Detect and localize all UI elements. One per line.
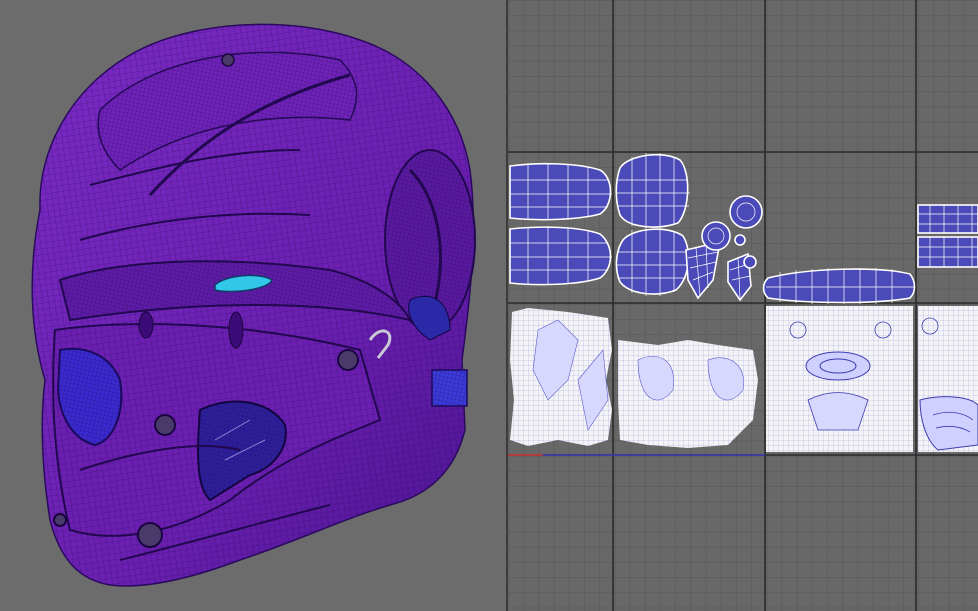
- uv-tile-dense-1004: [918, 306, 978, 452]
- uv-tile-dense-1002: [618, 340, 758, 448]
- bolt: [154, 414, 176, 436]
- bolt: [53, 513, 67, 527]
- uv-tile-1005: [917, 204, 978, 268]
- helmet-mesh[interactable]: [0, 0, 506, 611]
- uv-tile-1003: [615, 153, 763, 302]
- bolt: [221, 53, 235, 67]
- uv-tile-1004: [762, 268, 916, 304]
- uv-tile-dense-1003: [766, 306, 913, 452]
- uv-tile-1002: [509, 162, 612, 286]
- bolt: [337, 349, 359, 371]
- 3d-viewport[interactable]: [0, 0, 506, 611]
- uv-tile-dense-1001: [510, 308, 612, 446]
- uv-canvas[interactable]: [508, 0, 978, 611]
- uv-editor[interactable]: [508, 0, 978, 611]
- bolt: [137, 522, 163, 548]
